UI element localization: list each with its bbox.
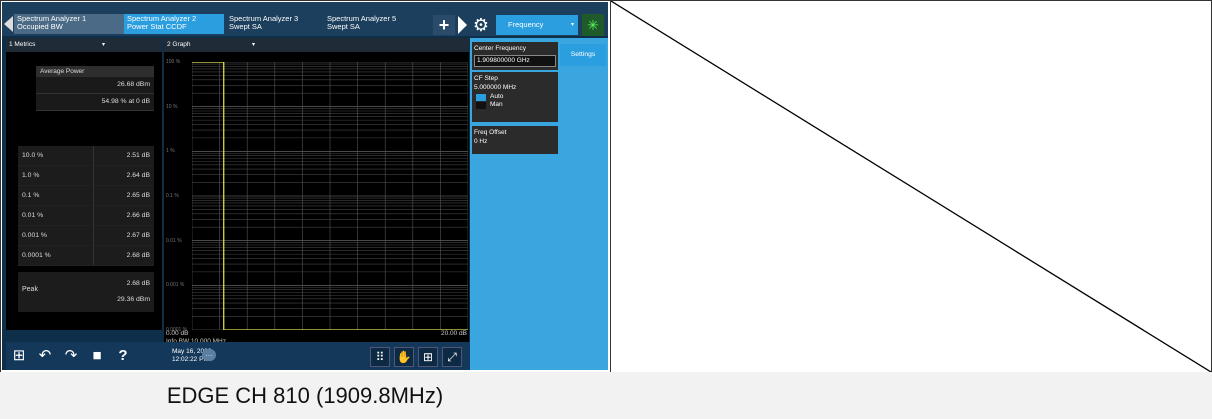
table-row: 0.01 % 2.66 dB — [18, 206, 154, 226]
ccdf-db: 2.67 dB — [126, 232, 150, 239]
settings-tab[interactable]: Settings — [560, 44, 606, 66]
tab-analyzer-5[interactable]: Spectrum Analyzer 5 Swept SA — [324, 14, 420, 34]
chevron-down-icon: ▾ — [102, 42, 106, 48]
center-frequency-control[interactable]: Center Frequency 1.909800000 GHz — [472, 42, 558, 70]
y-tick-label: 100 % — [166, 59, 181, 65]
ccdf-table: 10.0 % 2.51 dB 1.0 % 2.64 dB 0.1 % 2.65 dB … — [18, 146, 154, 266]
auto-label: Auto — [490, 93, 504, 100]
gear-icon[interactable]: ⚙ — [470, 14, 492, 36]
ccdf-percent: 10.0 % — [18, 146, 94, 165]
ccdf-db: 2.65 dB — [126, 192, 150, 199]
ccdf-percent: 0.001 % — [18, 226, 94, 245]
marker-icon[interactable]: ⠿ — [370, 347, 390, 367]
freq-offset-value: 0 Hz — [474, 138, 488, 145]
ccdf-db: 2.64 dB — [126, 172, 150, 179]
y-tick-label: 0.001 % — [166, 282, 185, 289]
center-frequency-label: Center Frequency — [474, 45, 527, 52]
table-row: 0.001 % 2.67 dB — [18, 226, 154, 246]
chevron-down-icon: ▾ — [252, 42, 256, 48]
freq-offset-control[interactable]: Freq Offset 0 Hz — [472, 126, 558, 154]
average-power-value: 26.68 dBm — [36, 77, 154, 94]
graph-pane: 2 Graph ▾ 100 % 10 % 1 % 0.1 % 0.01 % 0.001 %… — [164, 38, 469, 368]
folder-icon[interactable]: ■ — [86, 345, 108, 367]
cf-step-value: 5.000000 MHz — [474, 84, 517, 91]
tab-analyzer-1[interactable]: Spectrum Analyzer 1 Occupied BW — [14, 14, 124, 34]
tab-subtitle: Power Stat CCDF — [127, 22, 187, 31]
metrics-pane: 1 Metrics ▾ Average Power 26.68 dBm 54.9… — [6, 38, 162, 330]
tab-subtitle: Occupied BW — [17, 22, 63, 31]
tab-subtitle: Swept SA — [327, 22, 360, 31]
diagonal-line — [611, 1, 1211, 372]
table-row: 1.0 % 2.64 dB — [18, 166, 154, 186]
cf-step-control[interactable]: CF Step 5.000000 MHz Auto Man — [472, 72, 558, 122]
status-icon[interactable]: ✳ — [582, 14, 604, 36]
x-start-label: 0.00 dB — [166, 330, 189, 337]
center-frequency-field[interactable]: 1.909800000 GHz — [474, 55, 556, 67]
freq-offset-label: Freq Offset — [474, 129, 507, 136]
scroll-left-icon[interactable] — [4, 16, 13, 32]
y-tick-label: 0.01 % — [166, 237, 182, 244]
y-tick-label: 1 % — [166, 148, 175, 155]
fullscreen-icon[interactable]: ⤢ — [442, 347, 462, 367]
pane-title: 1 Metrics — [9, 41, 36, 48]
table-row: 10.0 % 2.51 dB — [18, 146, 154, 166]
caption: EDGE CH 810 (1909.8MHz) — [0, 372, 610, 419]
pane-title: 2 Graph — [167, 41, 191, 48]
peak-label: Peak — [22, 286, 38, 293]
redo-icon[interactable]: ↷ — [60, 345, 82, 367]
ccdf-percent: 0.0001 % — [18, 246, 94, 265]
bottom-toolbar: ⊞ ↶ ↷ ■ ? May 16, 2022 12:02:22 PM … ⠿ ✋… — [6, 342, 470, 370]
windows-icon[interactable]: ⊞ — [8, 345, 30, 367]
help-icon[interactable]: ? — [112, 345, 134, 367]
settings-panel: Settings Center Frequency 1.909800000 GH… — [470, 38, 608, 370]
tab-analyzer-3[interactable]: Spectrum Analyzer 3 Swept SA — [226, 14, 316, 34]
peak-dbm-value: 29.36 dBm — [117, 296, 150, 303]
peak-db-value: 2.68 dB — [126, 280, 150, 287]
ccdf-db: 2.68 dB — [126, 252, 150, 259]
cf-step-label: CF Step — [474, 75, 498, 82]
ccdf-chart[interactable] — [192, 62, 468, 330]
ccdf-percent: 1.0 % — [18, 166, 94, 185]
layout-icon[interactable]: ⊞ — [418, 347, 438, 367]
man-label: Man — [490, 101, 503, 108]
metrics-pane-header[interactable]: 1 Metrics ▾ — [6, 38, 162, 52]
graph-pane-header[interactable]: 2 Graph ▾ — [164, 38, 469, 52]
ccdf-percent: 0.1 % — [18, 186, 94, 205]
average-power-label: Average Power — [36, 66, 154, 77]
tab-subtitle: Swept SA — [229, 22, 262, 31]
touch-icon[interactable]: ✋ — [394, 347, 414, 367]
y-tick-label: 0.1 % — [166, 193, 179, 199]
chat-icon[interactable]: … — [202, 349, 216, 361]
x-end-label: 20.00 dB — [440, 330, 467, 337]
analyzer-screenshot: Spectrum Analyzer 1 Occupied BW Spectrum… — [2, 2, 608, 370]
scroll-right-icon[interactable] — [458, 16, 467, 34]
chevron-down-icon: ▾ — [570, 22, 574, 28]
undo-icon[interactable]: ↶ — [34, 345, 56, 367]
frequency-label: Frequency — [508, 20, 544, 29]
ccdf-db: 2.66 dB — [126, 212, 150, 219]
tab-bar: Spectrum Analyzer 1 Occupied BW Spectrum… — [2, 2, 608, 36]
average-power-percent: 54.98 % at 0 dB — [36, 94, 154, 111]
y-tick-label: 10 % — [166, 103, 178, 110]
document-table: Spectrum Analyzer 1 Occupied BW Spectrum… — [0, 0, 1212, 419]
add-screen-button[interactable]: + — [433, 15, 455, 35]
man-option[interactable]: Man — [476, 101, 556, 109]
table-row: 0.0001 % 2.68 dB — [18, 246, 154, 266]
auto-option[interactable]: Auto — [476, 93, 556, 101]
empty-cell — [610, 372, 1212, 419]
tab-analyzer-2[interactable]: Spectrum Analyzer 2 Power Stat CCDF — [124, 14, 224, 34]
ccdf-percent: 0.01 % — [18, 206, 94, 225]
average-power-box: Average Power 26.68 dBm 54.98 % at 0 dB — [36, 66, 154, 111]
peak-box: Peak 2.68 dB 29.36 dBm — [18, 272, 154, 312]
frequency-menu-button[interactable]: Frequency ▾ — [496, 15, 578, 35]
ccdf-db: 2.51 dB — [126, 152, 150, 159]
table-row: 0.1 % 2.65 dB — [18, 186, 154, 206]
